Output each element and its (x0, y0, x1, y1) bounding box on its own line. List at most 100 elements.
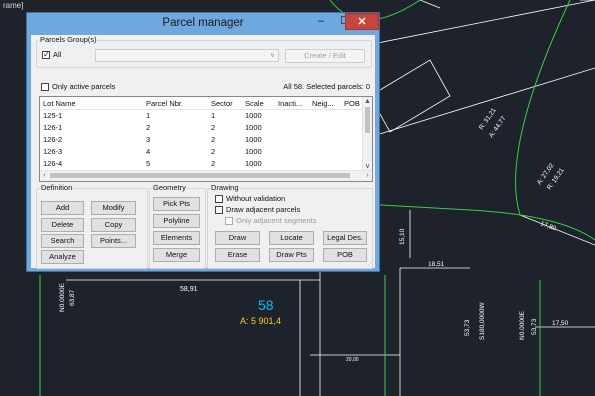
table-cell-sector: 1 (211, 111, 216, 120)
parcels-table[interactable]: Lot Name Parcel Nbr. Sector Scale Inacti… (39, 96, 373, 182)
cad-label-segment-length: 17,50 (552, 320, 569, 327)
only-adjacent-segments-checkbox[interactable] (225, 217, 233, 225)
group-divider (147, 193, 148, 265)
check-mark-icon: ✓ (43, 50, 50, 59)
cad-label-segment-length: 20,00 (346, 357, 359, 363)
merge-button[interactable]: Merge (153, 248, 200, 262)
without-validation-checkbox[interactable] (215, 195, 223, 203)
all-checkbox-label: All (53, 50, 62, 59)
dimension-line (519, 214, 595, 246)
vertical-scroll-thumb[interactable] (365, 107, 370, 133)
scroll-left-icon[interactable]: ‹ (40, 171, 49, 180)
table-cell-sector: 2 (211, 147, 216, 156)
draw-adjacent-parcels-label: Draw adjacent parcels (226, 205, 301, 214)
table-row[interactable]: 125-1 1 1 1000 (40, 110, 364, 122)
horizontal-scroll-thumb[interactable] (50, 173, 350, 178)
cad-label-segment-length: 63,87 (69, 289, 76, 306)
building-outline (369, 59, 451, 133)
scroll-up-icon[interactable]: ▲ (363, 97, 372, 106)
analyze-button[interactable]: Analyze (41, 250, 84, 264)
table-header: Lot Name Parcel Nbr. Sector Scale Inacti… (40, 97, 364, 110)
title-bar[interactable]: Parcel manager – ☐ ✕ (27, 13, 379, 35)
table-cell-scale: 1000 (245, 111, 262, 120)
parcel-count-summary: All 58. Selected parcels: 0 (283, 82, 370, 91)
table-row[interactable]: 126-4 5 2 1000 (40, 158, 364, 170)
parcel-manager-window: Parcel manager – ☐ ✕ Parcels Group(s) ✓ … (26, 12, 380, 272)
delete-button[interactable]: Delete (41, 218, 84, 232)
all-checkbox[interactable]: ✓ (42, 51, 50, 59)
vertical-scrollbar[interactable]: ▲ ∨ (362, 97, 372, 171)
draw-button[interactable]: Draw (215, 231, 260, 245)
copy-button[interactable]: Copy (91, 218, 136, 232)
legal-description-button[interactable]: Legal Des. (323, 231, 367, 245)
table-cell-scale: 1000 (245, 123, 262, 132)
table-row[interactable]: 126-2 3 2 1000 (40, 134, 364, 146)
table-cell-sector: 2 (211, 135, 216, 144)
cad-viewport-tab[interactable]: rame] (0, 0, 27, 12)
table-cell-parcel-nbr: 4 (146, 147, 151, 156)
cad-label-segment-length: 18,51 (428, 261, 445, 268)
window-client-area: Parcels Group(s) ✓ All ∨ Create / Edit O… (31, 35, 375, 269)
resize-grip-icon[interactable]: ⋰ (367, 260, 374, 267)
table-cell-lot-name: 126-1 (43, 123, 63, 132)
draw-adjacent-parcels-checkbox[interactable] (215, 206, 223, 214)
column-header-pob[interactable]: POB (344, 99, 364, 108)
table-cell-parcel-nbr: 1 (146, 111, 151, 120)
modify-button[interactable]: Modify (91, 201, 136, 215)
cad-label-segment-length: 53,73 (464, 319, 471, 336)
create-edit-button[interactable]: Create / Edit (285, 49, 365, 63)
search-button[interactable]: Search (41, 234, 84, 248)
table-cell-lot-name: 126-2 (43, 135, 63, 144)
table-cell-parcel-nbr: 2 (146, 123, 151, 132)
elements-button[interactable]: Elements (153, 231, 200, 245)
dimension-line (419, 0, 441, 9)
table-cell-lot-name: 126-4 (43, 159, 63, 168)
table-cell-parcel-nbr: 3 (146, 135, 151, 144)
cad-label-bearing: N0.0000E (59, 282, 66, 312)
horizontal-scrollbar[interactable]: ‹ › (40, 170, 372, 181)
column-header-inactive[interactable]: Inacti... (278, 99, 311, 108)
draw-points-button[interactable]: Draw Pts (269, 248, 314, 262)
scroll-right-icon[interactable]: › (363, 171, 372, 180)
table-cell-parcel-nbr: 5 (146, 159, 151, 168)
table-cell-sector: 2 (211, 123, 216, 132)
column-header-lot-name[interactable]: Lot Name (43, 99, 141, 108)
table-cell-sector: 2 (211, 159, 216, 168)
chevron-down-icon: ∨ (269, 52, 275, 59)
without-validation-label: Without validation (226, 194, 286, 203)
table-cell-scale: 1000 (245, 135, 262, 144)
table-row[interactable]: 126-3 4 2 1000 (40, 146, 364, 158)
locate-button[interactable]: Locate (269, 231, 314, 245)
cad-label-parcel-number: 58 (258, 297, 274, 313)
table-cell-scale: 1000 (245, 159, 262, 168)
column-header-scale[interactable]: Scale (245, 99, 277, 108)
erase-button[interactable]: Erase (215, 248, 260, 262)
column-header-sector[interactable]: Sector (211, 99, 243, 108)
pick-points-button[interactable]: Pick Pts (153, 197, 200, 211)
pob-button[interactable]: POB (323, 248, 367, 262)
table-cell-scale: 1000 (245, 147, 262, 156)
polyline-button[interactable]: Polyline (153, 214, 200, 228)
cad-label-parcel-area: A: 5 901,4 (240, 316, 281, 326)
add-button[interactable]: Add (41, 201, 84, 215)
table-row[interactable]: 126-1 2 2 1000 (40, 122, 364, 134)
only-active-parcels-label: Only active parcels (52, 82, 116, 91)
close-button[interactable]: ✕ (345, 13, 379, 30)
points-button[interactable]: Points... (91, 234, 136, 248)
cad-label-bearing: N0.0000E (519, 310, 526, 340)
geometry-group-label: Geometry (152, 183, 187, 192)
only-active-parcels-checkbox[interactable] (41, 83, 49, 91)
cad-label-segment-length: 53,73 (531, 318, 538, 335)
table-cell-lot-name: 126-3 (43, 147, 63, 156)
minimize-button[interactable]: – (309, 13, 333, 30)
column-header-neighbour[interactable]: Neig... (312, 99, 342, 108)
definition-group-label: Definition (40, 183, 74, 192)
column-header-parcel-nbr[interactable]: Parcel Nbr. (146, 99, 208, 108)
cad-label-segment-length: 15,10 (399, 228, 406, 245)
cad-label-bearing: S180,0000W (479, 302, 486, 340)
only-adjacent-segments-label: Only adjacent segments (236, 216, 317, 225)
drawing-group-label: Drawing (210, 183, 240, 192)
parcel-boundary-curve (379, 204, 595, 241)
table-cell-lot-name: 125-1 (43, 111, 63, 120)
parcel-group-combo[interactable]: ∨ (95, 49, 279, 62)
